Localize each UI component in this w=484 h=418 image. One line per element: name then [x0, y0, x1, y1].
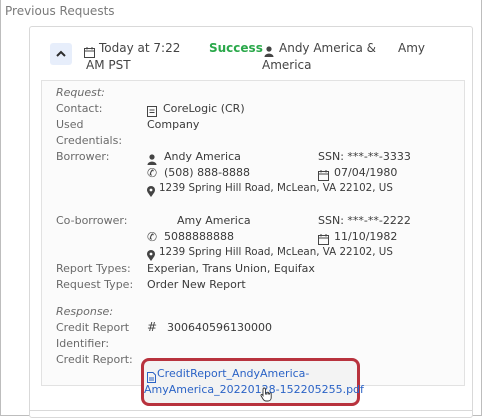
response-label: Response: [56, 305, 114, 318]
chevron-up-icon [56, 50, 66, 57]
used-credentials-label: Used [56, 118, 84, 131]
report-types-value: Experian, Trans Union, Equifax [147, 262, 315, 275]
credit-report-label: Credit Report: [56, 353, 133, 366]
phone-icon: ✆ [147, 166, 158, 180]
credit-report-pdf-link-line2: AmyAmerica_20220128-152205255.pdf [144, 383, 364, 396]
credit-report-highlight: CreditReport_AndyAmerica- AmyAmerica_202… [141, 358, 364, 406]
hash-icon: # [147, 320, 158, 334]
collapse-button[interactable] [50, 43, 72, 65]
report-types-label: Report Types: [56, 262, 131, 275]
request-time-zone: AM PST [86, 58, 131, 72]
status-badge: Success [209, 41, 263, 55]
phone-icon: ✆ [147, 230, 158, 244]
coborrower-phone: 5088888888 [164, 230, 234, 243]
coborrower-name: Amy America [177, 214, 251, 227]
credit-report-identifier-label: Credit Report [56, 321, 130, 334]
request-names-b: Amy [398, 41, 425, 55]
request-label: Request: [56, 86, 105, 99]
credit-report-pdf-link-line1: CreditReport_AndyAmerica- [157, 367, 310, 380]
request-type-label: Request Type: [56, 278, 134, 291]
contact-value: CoreLogic (CR) [163, 102, 245, 115]
location-pin-icon [147, 182, 155, 201]
previous-requests-panel: Previous Requests Today at 7:22 AM PST S… [0, 0, 482, 418]
coborrower-dob: 11/10/1982 [334, 230, 398, 243]
borrower-name: Andy America [164, 150, 241, 163]
request-type-value: Order New Report [147, 278, 246, 291]
contact-label: Contact: [56, 102, 103, 115]
used-credentials-value: Company [147, 118, 200, 131]
borrower-dob: 07/04/1980 [334, 166, 398, 179]
request-time: Today at 7:22 [99, 41, 181, 55]
request-names: Andy America & [279, 41, 377, 55]
credit-report-identifier-label-2: Identifier: [56, 337, 110, 350]
credit-report-identifier-value: 300640596130000 [167, 321, 272, 334]
coborrower-address: 1239 Spring Hill Road, McLean, VA 22102,… [159, 246, 393, 258]
borrower-phone: (508) 888-8888 [164, 166, 251, 179]
request-names-2: America [262, 58, 312, 72]
card-bottom-divider [29, 410, 473, 411]
borrower-label: Borrower: [56, 150, 110, 163]
coborrower-ssn: SSN: ***-**-2222 [318, 214, 411, 227]
borrower-address: 1239 Spring Hill Road, McLean, VA 22102,… [159, 182, 393, 194]
coborrower-label: Co-borrower: [56, 214, 128, 227]
section-title: Previous Requests [5, 4, 115, 18]
borrower-ssn: SSN: ***-**-3333 [318, 150, 411, 163]
used-credentials-label-2: Credentials: [56, 134, 123, 147]
hand-cursor-icon [260, 387, 273, 406]
